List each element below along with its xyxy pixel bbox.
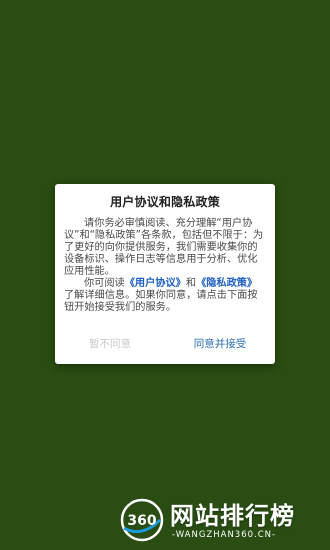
watermark-brand: 网站排行榜 (170, 502, 295, 530)
watermark-url: -WANGZHAN360.CN- (172, 530, 277, 540)
user-agreement-link[interactable]: 《用户协议》 (125, 278, 186, 289)
dialog-body: 请你务必审慎阅读、充分理解“用户协议”和“隐私政策”各条款，包括但不限于：为了更… (64, 218, 267, 314)
logo-text: 360 (127, 513, 156, 529)
watermark: 360 网站排行榜 -WANGZHAN360.CN- (120, 490, 330, 550)
privacy-policy-link[interactable]: 《隐私政策》 (196, 278, 257, 289)
terms-paragraph: 请你务必审慎阅读、充分理解“用户协议”和“隐私政策”各条款，包括但不限于：为了更… (64, 218, 264, 277)
agree-button[interactable]: 同意并接受 (165, 336, 275, 352)
disagree-button[interactable]: 暂不同意 (55, 336, 165, 352)
dialog-actions: 暂不同意 同意并接受 (55, 336, 275, 352)
read-prefix-text: 你可阅读 (84, 278, 125, 289)
privacy-dialog: 用户协议和隐私政策 请你务必审慎阅读、充分理解“用户协议”和“隐私政策”各条款，… (55, 184, 275, 364)
360-logo-icon: 360 (120, 498, 164, 542)
links-paragraph: 你可阅读《用户协议》和《隐私政策》了解详细信息。如果你同意，请点击下面按钮开始接… (64, 278, 267, 314)
read-suffix-text: 了解详细信息。如果你同意，请点击下面按钮开始接受我们的服务。 (64, 290, 258, 313)
dialog-title: 用户协议和隐私政策 (110, 195, 220, 209)
and-text: 和 (185, 278, 197, 289)
